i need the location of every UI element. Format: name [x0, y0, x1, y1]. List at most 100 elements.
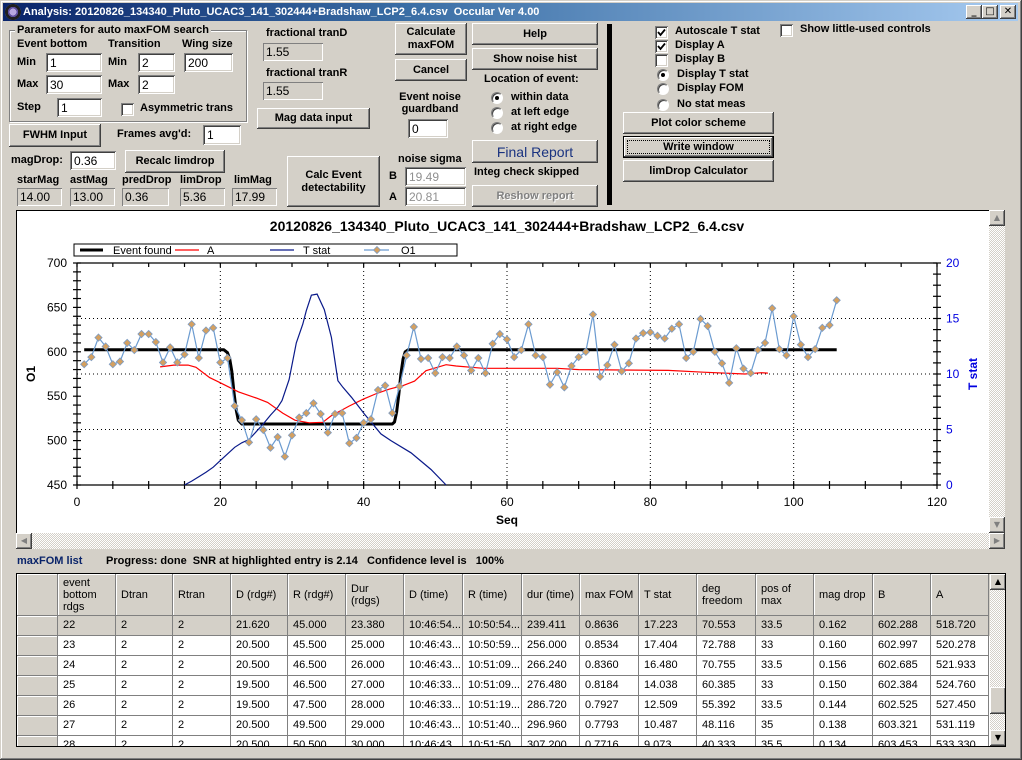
scroll-up-button[interactable]: ▲ — [989, 210, 1005, 226]
column-header[interactable]: T stat — [639, 574, 697, 616]
show-noise-hist-button[interactable]: Show noise hist — [472, 48, 598, 70]
maximize-button[interactable]: □ — [982, 5, 998, 19]
table-row[interactable]: 28 2 2 20.500 50.500 30.000 10:46:43... 10:51:5… — [17, 736, 990, 746]
column-header[interactable]: A — [931, 574, 989, 616]
row-header[interactable] — [17, 676, 58, 696]
mag-data-input-button[interactable]: Mag data input — [257, 108, 370, 129]
column-header[interactable]: pos of max — [756, 574, 814, 616]
row-header[interactable] — [17, 636, 58, 656]
within-data-label[interactable]: within data — [511, 91, 568, 104]
row-header[interactable] — [17, 736, 58, 746]
autoscale-t-stat-checkbox[interactable] — [655, 26, 668, 39]
table-scroll-up-button[interactable]: ▲ — [990, 574, 1005, 590]
limdrop-calculator-button[interactable]: limDrop Calculator — [623, 160, 774, 182]
table-row[interactable]: 23 2 2 20.500 45.500 25.000 10:46:43... 10:50:5… — [17, 636, 990, 656]
column-header[interactable]: B — [873, 574, 931, 616]
calculate-maxfom-button[interactable]: Calculate maxFOM — [395, 23, 467, 55]
column-header[interactable]: Dtran — [116, 574, 173, 616]
column-header[interactable]: event bottom rdgs — [58, 574, 116, 616]
table-scroll-down-button[interactable]: ▼ — [990, 730, 1005, 746]
chart-vertical-scrollbar[interactable]: ▲ ▼ — [989, 210, 1005, 533]
column-header[interactable]: Rtran — [173, 574, 231, 616]
chart-horizontal-scrollbar[interactable]: ◀ ▶ — [16, 533, 1005, 549]
display-t-stat-radio[interactable] — [657, 69, 669, 81]
recalc-limdrop-button[interactable]: Recalc limdrop — [125, 150, 225, 173]
column-header[interactable]: D (time) — [404, 574, 463, 616]
row-header[interactable] — [17, 616, 58, 636]
o1-data-point — [323, 428, 332, 437]
event-noise-guardband-input[interactable] — [408, 119, 448, 138]
minimize-button[interactable]: _ — [966, 5, 982, 19]
close-button[interactable]: ✕ — [1000, 5, 1016, 19]
autoscale-t-stat-label[interactable]: Autoscale T stat — [675, 25, 760, 38]
table-row[interactable]: 26 2 2 19.500 47.500 28.000 10:46:33... 10:51:1… — [17, 696, 990, 716]
show-little-used-controls-label[interactable]: Show little-used controls — [800, 23, 931, 36]
table-row[interactable]: 25 2 2 19.500 46.500 27.000 10:46:33... 10:51:0… — [17, 676, 990, 696]
plot-color-scheme-button[interactable]: Plot color scheme — [623, 112, 774, 134]
table-row[interactable]: 22 2 2 21.620 45.000 23.380 10:46:54... 10:50:5… — [17, 616, 990, 636]
column-header[interactable]: Dur (rdgs) — [346, 574, 404, 616]
transition-max-input[interactable] — [138, 75, 175, 94]
display-fom-label[interactable]: Display FOM — [677, 82, 744, 95]
transition-min-input[interactable] — [138, 53, 175, 72]
at-right-edge-radio[interactable] — [491, 122, 503, 134]
title-bar[interactable]: Analysis: 20120826_134340_Pluto_UCAC3_14… — [3, 3, 1018, 21]
lim-mag-value: 17.99 — [232, 188, 277, 206]
display-a-label[interactable]: Display A — [675, 39, 725, 52]
scroll-right-button[interactable]: ▶ — [989, 533, 1005, 549]
at-left-edge-label[interactable]: at left edge — [511, 106, 569, 119]
fwhm-input-button[interactable]: FWHM Input — [9, 124, 101, 147]
table-row[interactable]: 27 2 2 20.500 49.500 29.000 10:46:43... 10:51:4… — [17, 716, 990, 736]
column-header[interactable]: deg freedom — [697, 574, 756, 616]
column-header[interactable]: mag drop — [814, 574, 873, 616]
scroll-down-button[interactable]: ▼ — [989, 517, 1005, 533]
help-button[interactable]: Help — [472, 23, 598, 45]
cancel-button[interactable]: Cancel — [395, 59, 467, 81]
table-cell: 10.487 — [639, 716, 697, 736]
table-cell: 0.7716 — [580, 736, 639, 746]
maxfom-table[interactable]: event bottom rdgs Dtran Rtran D (rdg#) R (rd… — [16, 573, 1006, 747]
scroll-left-button[interactable]: ◀ — [16, 533, 32, 549]
table-cell: 10:50:54... — [463, 616, 522, 636]
no-stat-meas-radio[interactable] — [657, 99, 669, 111]
display-a-checkbox[interactable] — [655, 40, 668, 53]
display-fom-radio[interactable] — [657, 83, 669, 95]
calc-event-detectability-button[interactable]: Calc Event detectability — [287, 156, 380, 207]
table-cell: 20.500 — [231, 636, 288, 656]
row-header[interactable] — [17, 716, 58, 736]
table-vertical-scrollbar[interactable]: ▲ ▼ — [990, 574, 1005, 746]
table-cell: 26.000 — [346, 656, 404, 676]
no-stat-meas-label[interactable]: No stat meas — [677, 98, 745, 111]
at-left-edge-radio[interactable] — [491, 107, 503, 119]
column-header[interactable]: max FOM — [580, 574, 639, 616]
asymmetric-trans-checkbox[interactable] — [121, 103, 134, 116]
table-row[interactable]: 24 2 2 20.500 46.500 26.000 10:46:43... 10:51:0… — [17, 656, 990, 676]
display-t-stat-label[interactable]: Display T stat — [677, 68, 749, 81]
within-data-radio[interactable] — [491, 92, 503, 104]
step-input[interactable] — [57, 98, 102, 117]
table-cell: 0.162 — [814, 616, 873, 636]
o1-data-point — [789, 312, 798, 321]
column-header[interactable]: R (time) — [463, 574, 522, 616]
mag-drop-input[interactable] — [70, 151, 116, 170]
chart-panel[interactable]: 20120826_134340_Pluto_UCAC3_141_302444+B… — [16, 210, 990, 534]
event-bottom-min-input[interactable] — [46, 53, 102, 72]
row-header[interactable] — [17, 696, 58, 716]
write-window-button[interactable]: Write window — [623, 136, 774, 158]
event-bottom-max-input[interactable] — [46, 75, 102, 94]
frames-avgd-input[interactable] — [203, 125, 241, 145]
table-scroll-thumb[interactable] — [990, 687, 1005, 714]
y-tick-label: 500 — [47, 434, 67, 448]
display-b-label[interactable]: Display B — [675, 53, 725, 66]
column-header[interactable]: R (rdg#) — [288, 574, 346, 616]
show-little-used-controls-checkbox[interactable] — [780, 24, 793, 37]
final-report-button[interactable]: Final Report — [472, 140, 598, 163]
display-b-checkbox[interactable] — [655, 54, 668, 67]
column-header[interactable]: D (rdg#) — [231, 574, 288, 616]
at-right-edge-label[interactable]: at right edge — [511, 121, 577, 134]
wing-size-input[interactable] — [184, 53, 233, 72]
occular-app-icon[interactable] — [5, 4, 21, 20]
focus-rect — [627, 140, 770, 154]
row-header[interactable] — [17, 656, 58, 676]
column-header[interactable]: dur (time) — [522, 574, 580, 616]
